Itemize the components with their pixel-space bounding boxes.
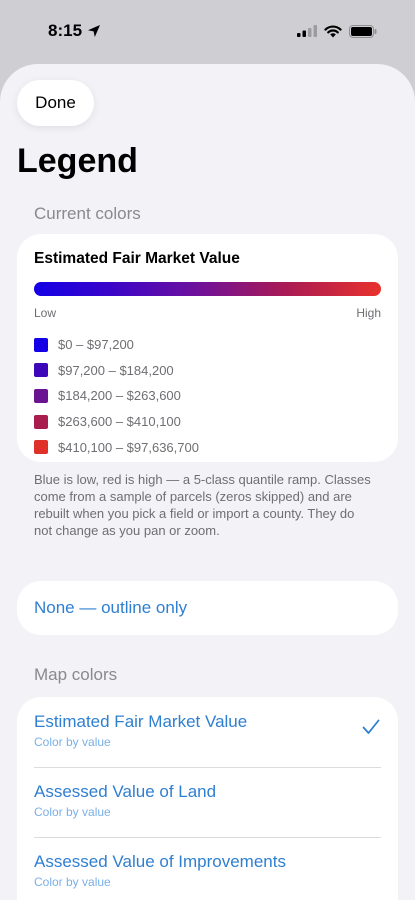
option-subtitle: Color by value — [34, 805, 111, 819]
class-label: $0 – $97,200 — [58, 337, 134, 353]
class-row: $0 – $97,200 — [34, 332, 381, 358]
class-label: $97,200 – $184,200 — [58, 362, 174, 378]
high-label: High — [356, 306, 381, 320]
option-title: Estimated Fair Market Value — [34, 712, 248, 731]
status-icons — [297, 24, 377, 38]
current-colors-header: Current colors — [34, 204, 141, 223]
done-button[interactable]: Done — [17, 80, 94, 126]
map-color-option-land-value[interactable]: Assessed Value of Land Color by value — [17, 767, 398, 837]
class-label: $263,600 – $410,100 — [58, 414, 181, 430]
map-color-option-fair-market-value[interactable]: Estimated Fair Market Value Color by val… — [17, 697, 398, 767]
legend-sheet: Done Legend Current colors Estimated Fai… — [0, 64, 415, 900]
class-swatch — [34, 337, 48, 352]
class-row: $184,200 – $263,600 — [34, 383, 381, 409]
legend-title: Estimated Fair Market Value — [34, 250, 240, 267]
legend-card: Estimated Fair Market Value Low High $0 … — [17, 234, 398, 462]
page-title: Legend — [17, 142, 138, 180]
status-bar: 8:15 — [0, 0, 415, 62]
class-row: $263,600 – $410,100 — [34, 409, 381, 435]
map-colors-header: Map colors — [34, 665, 118, 684]
option-subtitle: Color by value — [34, 735, 111, 749]
class-label: $410,100 – $97,636,700 — [58, 439, 199, 455]
option-title: Assessed Value of Land — [34, 782, 217, 801]
class-swatch — [34, 363, 48, 378]
status-time: 8:15 — [48, 21, 101, 41]
checkmark-icon — [362, 719, 380, 734]
class-swatch — [34, 388, 48, 403]
none-outline-option[interactable]: None — outline only — [17, 581, 398, 635]
class-swatch — [34, 414, 48, 429]
option-subtitle: Color by value — [34, 875, 111, 889]
class-row: $97,200 – $184,200 — [34, 358, 381, 384]
wifi-icon — [324, 25, 342, 37]
battery-icon — [349, 24, 377, 38]
class-list: $0 – $97,200 $97,200 – $184,200 $184,200… — [34, 332, 381, 460]
class-row: $410,100 – $97,636,700 — [34, 434, 381, 460]
option-title: Assessed Value of Improvements — [34, 852, 286, 871]
location-arrow-icon — [88, 25, 101, 37]
class-label: $184,200 – $263,600 — [58, 388, 181, 404]
color-ramp — [34, 282, 381, 296]
ramp-labels: Low High — [34, 306, 381, 320]
map-color-option-improvements-value[interactable]: Assessed Value of Improvements Color by … — [17, 837, 398, 900]
cellular-signal-icon — [297, 25, 317, 37]
class-swatch — [34, 440, 48, 455]
legend-footnote: Blue is low, red is high — a 5-class qua… — [34, 472, 371, 538]
low-label: Low — [34, 306, 57, 320]
clock: 8:15 — [48, 21, 83, 40]
map-colors-list: Estimated Fair Market Value Color by val… — [17, 697, 398, 900]
